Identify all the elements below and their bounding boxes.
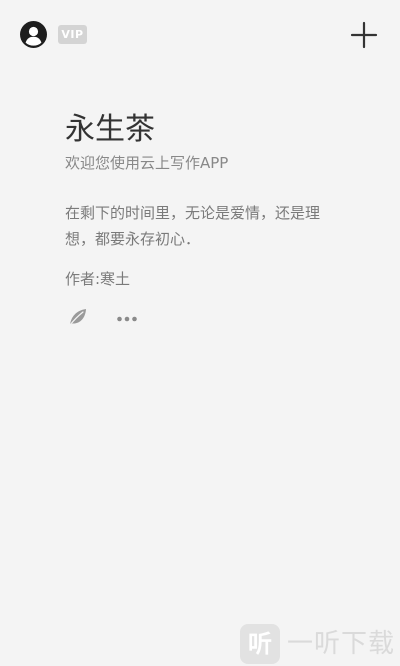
article-content: 在剩下的时间里，无论是爱情，还是理想，都要永存初心． [65,204,321,248]
user-avatar-button[interactable] [20,21,47,48]
card-actions [65,304,265,328]
watermark: 听 一听下载 [240,622,400,666]
leaf-icon[interactable] [67,306,89,328]
user-circle-icon [20,21,47,48]
more-dots-icon[interactable] [116,310,138,322]
article-title: 永生茶 [65,112,155,147]
add-button[interactable] [350,21,378,49]
author-label: 作者:寒土 [65,270,131,288]
watermark-logo: 听 [240,624,280,664]
plus-icon [350,21,378,49]
vip-badge[interactable]: VIP [58,25,87,44]
app-screen: VIP 永生茶 欢迎您使用云上写作APP 在剩下的时间里，无论是爱情，还是理想，… [0,0,400,666]
welcome-subtitle: 欢迎您使用云上写作APP [65,154,229,172]
top-bar: VIP [0,0,400,70]
watermark-text: 一听下载 [287,629,396,659]
